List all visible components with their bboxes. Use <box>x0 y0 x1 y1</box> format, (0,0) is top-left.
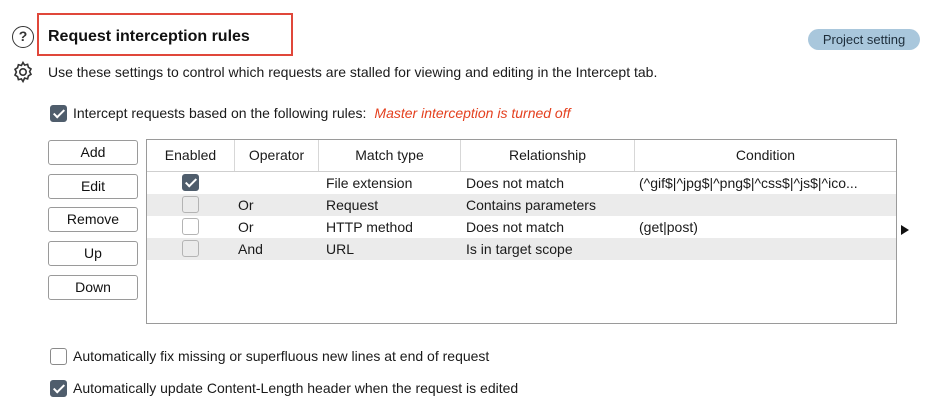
row-enabled-checkbox[interactable] <box>182 196 199 213</box>
row-enabled-checkbox[interactable] <box>182 218 199 235</box>
row-operator: Or <box>238 197 254 213</box>
remove-button[interactable]: Remove <box>48 207 138 232</box>
rules-table[interactable]: Enabled Operator Match type Relationship… <box>146 139 897 324</box>
update-content-length-checkbox[interactable] <box>50 380 67 397</box>
table-row[interactable]: Or HTTP method Does not match (get|post) <box>147 216 896 238</box>
row-condition: (get|post) <box>639 219 698 235</box>
row-condition <box>639 238 893 260</box>
table-row[interactable]: Or Request Contains parameters <box>147 194 896 216</box>
table-row[interactable]: And URL Is in target scope <box>147 238 896 260</box>
row-enabled-checkbox[interactable] <box>182 174 199 191</box>
intercept-rules-label: Intercept requests based on the followin… <box>73 105 367 121</box>
row-match-type: Request <box>326 197 379 213</box>
row-match-type: URL <box>326 241 355 257</box>
add-button[interactable]: Add <box>48 140 138 165</box>
row-enabled-checkbox[interactable] <box>182 240 199 257</box>
project-setting-badge[interactable]: Project setting <box>808 29 920 50</box>
description-text: Use these settings to control which requ… <box>48 64 658 80</box>
intercept-rules-line: Intercept requests based on the followin… <box>73 105 571 121</box>
table-header: Enabled Operator Match type Relationship… <box>147 140 896 172</box>
row-condition <box>639 194 893 216</box>
fix-newlines-label: Automatically fix missing or superfluous… <box>73 348 490 364</box>
row-relationship: Does not match <box>466 219 565 235</box>
page-title: Request interception rules <box>48 28 250 45</box>
row-relationship: Is in target scope <box>466 241 573 257</box>
expand-arrow-icon[interactable] <box>901 225 909 235</box>
column-header-condition[interactable]: Condition <box>635 140 896 171</box>
row-condition: (^gif$|^jpg$|^png$|^css$|^js$|^ico... <box>639 175 858 191</box>
help-icon[interactable]: ? <box>12 26 34 48</box>
table-row[interactable]: File extension Does not match (^gif$|^jp… <box>147 172 896 194</box>
fix-newlines-checkbox[interactable] <box>50 348 67 365</box>
row-operator: And <box>238 241 263 257</box>
gear-icon[interactable] <box>11 60 35 84</box>
row-match-type: HTTP method <box>326 219 413 235</box>
edit-button[interactable]: Edit <box>48 174 138 199</box>
update-content-length-label: Automatically update Content-Length head… <box>73 380 519 396</box>
interception-warning: Master interception is turned off <box>374 105 571 121</box>
down-button[interactable]: Down <box>48 275 138 300</box>
row-match-type: File extension <box>326 175 413 191</box>
row-relationship: Does not match <box>466 175 565 191</box>
column-header-match-type[interactable]: Match type <box>319 140 461 171</box>
intercept-rules-checkbox[interactable] <box>50 105 67 122</box>
column-header-operator[interactable]: Operator <box>235 140 319 171</box>
up-button[interactable]: Up <box>48 241 138 266</box>
row-relationship: Contains parameters <box>466 197 596 213</box>
column-header-enabled[interactable]: Enabled <box>147 140 235 171</box>
row-operator: Or <box>238 219 254 235</box>
column-header-relationship[interactable]: Relationship <box>461 140 635 171</box>
